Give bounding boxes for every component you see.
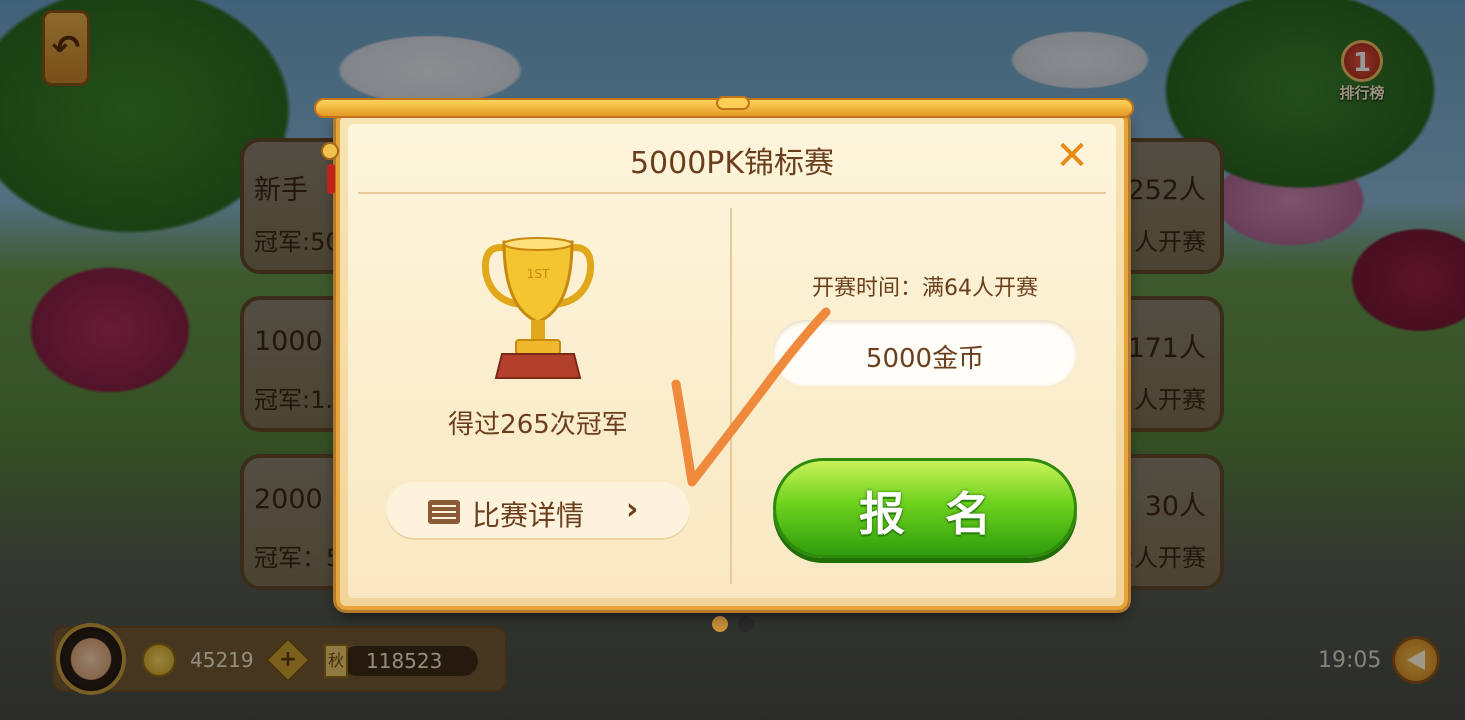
chevron-right-icon: › bbox=[626, 492, 639, 527]
leaderboard-label: 排行榜 bbox=[1339, 84, 1385, 102]
champion-count: 得过265次冠军 bbox=[448, 410, 628, 440]
ticket-icon: 秋 bbox=[324, 644, 348, 678]
title-divider bbox=[358, 192, 1106, 194]
signup-label: 报名 bbox=[859, 487, 1031, 541]
column-divider bbox=[730, 208, 732, 584]
coin-balance: 45219 bbox=[190, 648, 254, 672]
page-dot-active[interactable] bbox=[712, 616, 728, 632]
match-details-label: 比赛详情 bbox=[472, 499, 585, 532]
avatar[interactable] bbox=[56, 623, 126, 695]
next-page-button[interactable] bbox=[1392, 636, 1440, 684]
close-icon[interactable]: ✕ bbox=[1052, 136, 1092, 176]
rail-ornament-icon bbox=[716, 96, 750, 110]
plus-icon: + bbox=[278, 647, 298, 672]
page-indicator bbox=[712, 616, 754, 632]
rank-medal-icon: 1 bbox=[1341, 40, 1383, 82]
ticket-balance: 118523 bbox=[366, 649, 443, 673]
trophy-icon: 1ST bbox=[481, 237, 595, 379]
document-icon bbox=[428, 500, 460, 524]
coin-icon bbox=[142, 643, 176, 677]
svg-text:1ST: 1ST bbox=[527, 267, 550, 281]
back-button[interactable]: ↶ bbox=[42, 10, 90, 86]
leaderboard-button[interactable]: 1 排行榜 bbox=[1322, 40, 1402, 112]
clock-time: 19:05 bbox=[1318, 648, 1382, 673]
page-dot[interactable] bbox=[738, 616, 754, 632]
entry-fee: 5000金币 bbox=[865, 344, 985, 374]
start-time-text: 开赛时间：满64人开赛 bbox=[812, 276, 1038, 301]
dialog-title: 5000PK锦标赛 bbox=[629, 146, 835, 181]
back-arrow-icon: ↶ bbox=[51, 28, 81, 68]
